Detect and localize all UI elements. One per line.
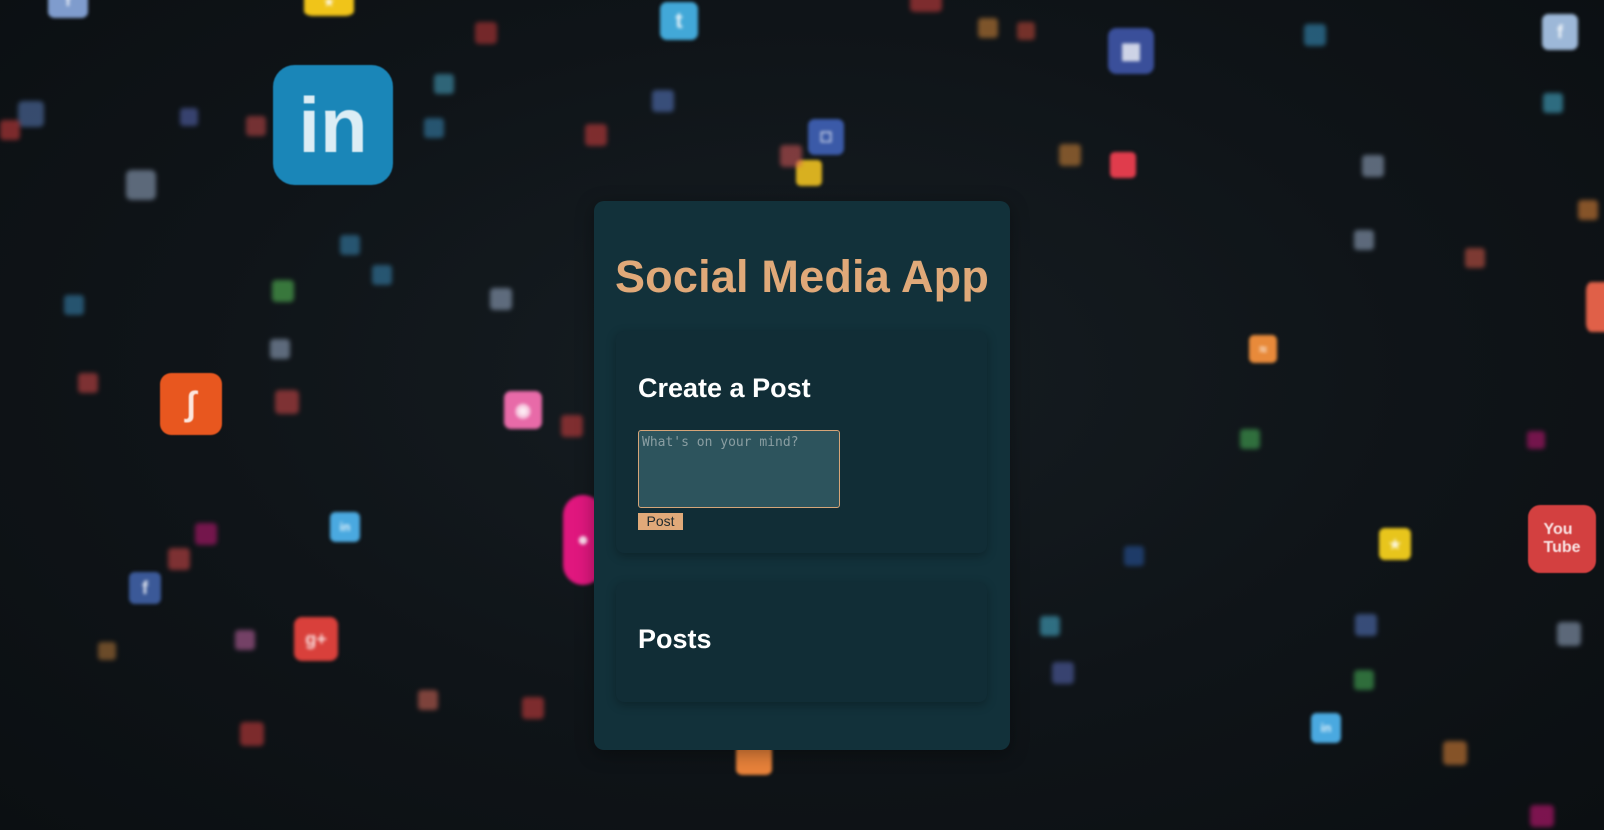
linkedin-icon: in: [273, 65, 393, 185]
facebook-icon: [490, 288, 512, 310]
rss-icon: ≈: [1249, 335, 1277, 363]
youtube-icon: [0, 120, 20, 140]
facebook-icon: f: [48, 0, 88, 18]
flickr-icon: ◉: [504, 391, 542, 429]
twitter-icon: [1040, 616, 1060, 636]
youtube-icon: [585, 124, 607, 146]
twitter-icon: t: [660, 2, 698, 40]
delicious-icon: ▦: [1108, 28, 1154, 74]
youtube-icon: [1530, 805, 1554, 827]
youtube-icon: [1110, 152, 1136, 178]
youtube-icon: [522, 697, 544, 719]
flickr-icon: [1527, 431, 1545, 449]
twitter-icon: [340, 235, 360, 255]
youtube-icon: [1586, 282, 1604, 332]
linkedin-icon: in: [1311, 713, 1341, 743]
google-plus-icon: [240, 722, 264, 746]
twitter-icon: [64, 295, 84, 315]
youtube-icon: [910, 0, 942, 12]
rss-icon: [98, 642, 116, 660]
youtube-icon: [275, 390, 299, 414]
linkedin-icon: in: [330, 512, 360, 542]
facebook-icon: [652, 90, 674, 112]
facebook-icon: [270, 339, 290, 359]
delicious-icon: [18, 101, 44, 127]
delicious-icon: [180, 108, 198, 126]
rss-icon: [1443, 741, 1467, 765]
twitter-icon: [424, 118, 444, 138]
delicious-icon: [1354, 230, 1374, 250]
post-content-input[interactable]: [638, 430, 840, 508]
facebook-icon: [1355, 614, 1377, 636]
post-button[interactable]: Post: [638, 513, 683, 530]
delicious-icon: ☐: [808, 119, 844, 155]
app-container: Social Media App Create a Post Post Post…: [594, 201, 1010, 750]
rss-icon: ★: [1379, 528, 1411, 560]
youtube-icon: [246, 116, 266, 136]
rss-icon: [1578, 200, 1598, 220]
google-plus-icon: [418, 690, 438, 710]
linkedin-icon: [1304, 24, 1326, 46]
posts-heading: Posts: [638, 624, 712, 654]
delicious-icon: [1362, 155, 1384, 177]
youtube-icon: You Tube: [1528, 505, 1596, 573]
google-plus-icon: g+: [294, 617, 338, 661]
youtube-icon: [1017, 22, 1035, 40]
flickr-icon: [195, 523, 217, 545]
twitter-icon: [434, 74, 454, 94]
facebook-icon: [126, 170, 156, 200]
rss-icon: [272, 280, 294, 302]
rss-icon: [978, 18, 998, 38]
rss-icon: [1354, 670, 1374, 690]
flickr-icon: [235, 630, 255, 650]
twitter-icon: [1543, 93, 1563, 113]
google-plus-icon: [78, 373, 98, 393]
facebook-icon: f: [129, 572, 161, 604]
create-post-heading: Create a Post: [638, 373, 811, 403]
youtube-icon: [1465, 248, 1485, 268]
twitter-icon: [372, 265, 392, 285]
app-title: Social Media App: [614, 251, 990, 302]
posts-section: Posts: [616, 582, 987, 702]
rss-icon: [1059, 144, 1081, 166]
google-plus-icon: [168, 548, 190, 570]
rss-icon: ★: [304, 0, 354, 16]
facebook-icon: [1124, 546, 1144, 566]
facebook-icon: f: [1542, 14, 1578, 50]
rss-icon: [1240, 429, 1260, 449]
stumbleupon-icon: ∫: [160, 373, 222, 435]
delicious-icon: [1557, 622, 1581, 646]
create-post-section: Create a Post Post: [616, 331, 987, 553]
google-plus-icon: [780, 145, 802, 167]
youtube-icon: [475, 22, 497, 44]
facebook-icon: [1052, 662, 1074, 684]
google-plus-icon: [561, 415, 583, 437]
